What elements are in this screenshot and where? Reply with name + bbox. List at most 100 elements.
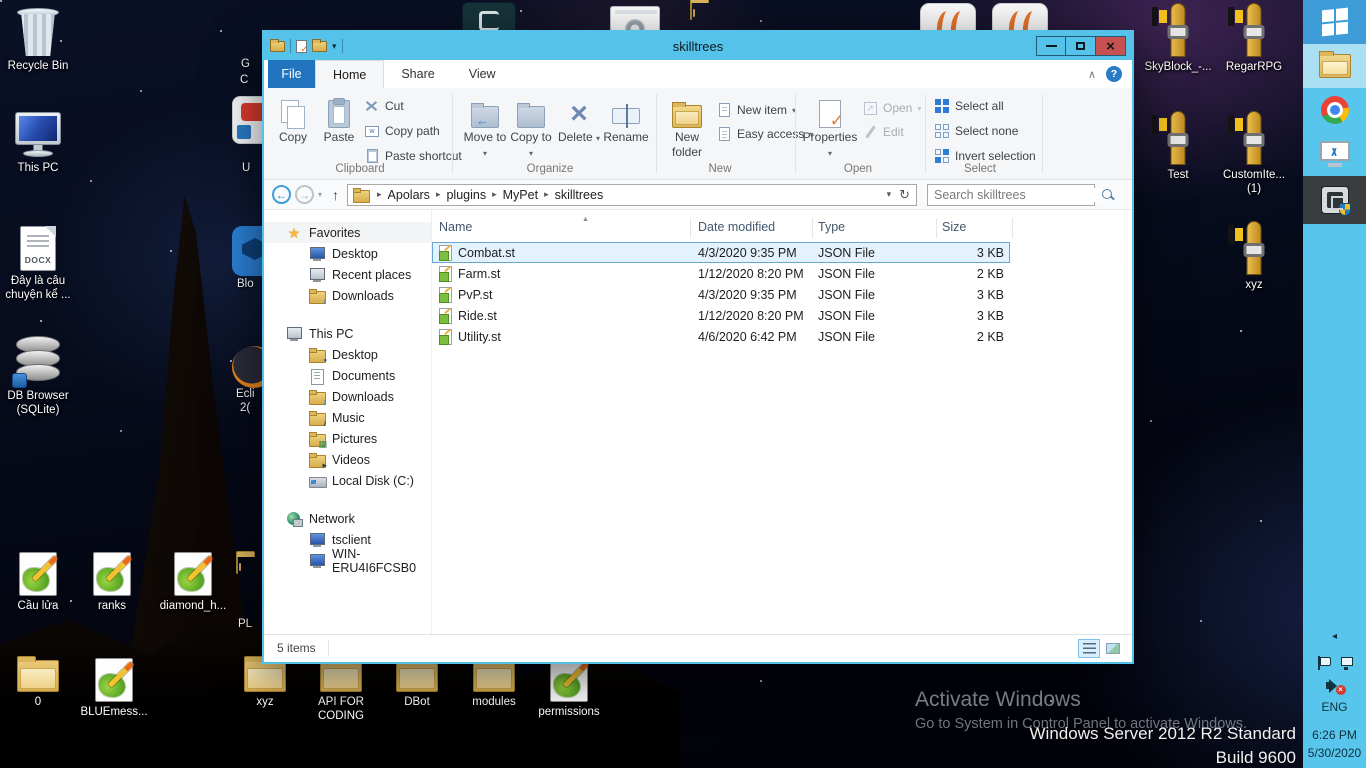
- nav-pc-desktop[interactable]: ▪Desktop: [264, 344, 431, 365]
- desktop-icon-modules[interactable]: modules: [456, 660, 532, 709]
- taskbar-file-explorer-button[interactable]: [1303, 44, 1366, 88]
- desktop-icon-regarrpg[interactable]: RegarRPG: [1216, 8, 1292, 74]
- file-row-pvp[interactable]: PvP.st 4/3/2020 9:35 PM JSON File 3 KB: [432, 284, 1010, 305]
- maximize-button[interactable]: [1066, 36, 1096, 56]
- up-button[interactable]: ↑: [332, 187, 339, 203]
- nav-favorites-desktop[interactable]: Desktop: [264, 243, 431, 264]
- easy-access-button[interactable]: Easy access ▾: [716, 124, 813, 144]
- qat-customize-chevron-icon[interactable]: ▾: [332, 41, 337, 52]
- minimize-button[interactable]: [1036, 36, 1066, 56]
- column-header-date[interactable]: Date modified: [698, 220, 775, 234]
- desktop-icon-test[interactable]: Test: [1140, 116, 1216, 182]
- nav-favorites[interactable]: ★Favorites: [264, 222, 431, 243]
- qat-properties-icon[interactable]: [296, 40, 307, 53]
- desktop-icon-customite[interactable]: CustomIte... (1): [1216, 116, 1292, 197]
- nav-pc-documents[interactable]: Documents: [264, 365, 431, 386]
- nav-favorites-downloads[interactable]: ↓Downloads: [264, 285, 431, 306]
- delete-button[interactable]: × Delete ▾: [556, 94, 602, 145]
- edit-button[interactable]: Edit: [862, 122, 904, 142]
- nav-local-disk[interactable]: Local Disk (C:): [264, 470, 431, 491]
- network-status-icon[interactable]: [1339, 656, 1353, 670]
- file-row-ride[interactable]: Ride.st 1/12/2020 8:20 PM JSON File 3 KB: [432, 305, 1010, 326]
- details-view-button[interactable]: [1078, 639, 1100, 658]
- desktop-icon-skyblock[interactable]: SkyBlock_-...: [1140, 8, 1216, 74]
- file-row-utility[interactable]: Utility.st 4/6/2020 6:42 PM JSON File 2 …: [432, 326, 1010, 347]
- rename-button[interactable]: Rename: [600, 94, 652, 145]
- qat-newfolder-icon[interactable]: [312, 41, 327, 52]
- nav-pc-downloads[interactable]: ↓Downloads: [264, 386, 431, 407]
- column-header-name[interactable]: Name: [439, 220, 472, 234]
- new-item-button[interactable]: New item ▾: [716, 100, 796, 120]
- qat-folder-icon[interactable]: [270, 41, 285, 52]
- desktop-icon-recycle-bin[interactable]: Recycle Bin: [0, 8, 76, 73]
- nav-pc-videos[interactable]: ▸Videos: [264, 449, 431, 470]
- desktop-icon-cau-lua[interactable]: Cầu lửa: [0, 552, 76, 613]
- breadcrumb-plugins[interactable]: plugins: [442, 188, 490, 202]
- desktop-icon-docx-story[interactable]: DOCX Đây là câu chuyện kể ...: [0, 226, 76, 303]
- tab-view[interactable]: View: [452, 60, 513, 88]
- file-row-farm[interactable]: Farm.st 1/12/2020 8:20 PM JSON File 2 KB: [432, 263, 1010, 284]
- desktop-icon-xyz-folder[interactable]: xyz: [227, 660, 303, 709]
- desktop-icon-permissions[interactable]: permissions: [531, 658, 607, 719]
- desktop-icon-api-for-coding[interactable]: API FOR CODING: [303, 660, 379, 724]
- desktop-icon-xyz-rar[interactable]: xyz: [1216, 226, 1292, 292]
- tab-share[interactable]: Share: [384, 60, 451, 88]
- clock[interactable]: 6:26 PM 5/30/2020: [1308, 726, 1361, 762]
- nav-win-eru[interactable]: WIN-ERU4I6FCSB0: [264, 550, 431, 571]
- close-button[interactable]: ×: [1096, 36, 1126, 56]
- start-button[interactable]: [1303, 0, 1366, 44]
- copy-button[interactable]: Copy: [270, 94, 316, 145]
- desktop-icon-partial-folder[interactable]: [236, 556, 238, 574]
- breadcrumb-apolars[interactable]: Apolars: [384, 188, 434, 202]
- column-header-type[interactable]: Type: [818, 220, 845, 234]
- cut-button[interactable]: Cut: [364, 96, 404, 116]
- forward-button[interactable]: →: [295, 185, 314, 204]
- move-to-button[interactable]: ← Move to ▾: [462, 94, 508, 160]
- properties-button[interactable]: Properties▾: [802, 94, 858, 160]
- nav-pc-pictures[interactable]: ▦Pictures: [264, 428, 431, 449]
- desktop-icon-top-folder[interactable]: [690, 2, 692, 20]
- column-header-size[interactable]: Size: [942, 220, 966, 234]
- desktop-icon-dbot[interactable]: DBot: [379, 660, 455, 709]
- taskbar-console-app-button[interactable]: [1303, 176, 1366, 224]
- desktop-icon-diamond[interactable]: diamond_h...: [155, 552, 231, 613]
- nav-network[interactable]: Network: [264, 508, 431, 529]
- taskbar-performance-monitor-button[interactable]: [1303, 132, 1366, 176]
- breadcrumb-mypet[interactable]: MyPet: [499, 188, 542, 202]
- nav-pc-music[interactable]: ♪Music: [264, 407, 431, 428]
- desktop-icon-ranks[interactable]: ranks: [74, 552, 150, 613]
- thumbnails-view-button[interactable]: [1102, 639, 1124, 658]
- nav-this-pc[interactable]: This PC: [264, 323, 431, 344]
- taskbar-chrome-button[interactable]: [1303, 88, 1366, 132]
- volume-muted-icon[interactable]: ×: [1326, 678, 1344, 694]
- desktop-icon-db-browser[interactable]: DB Browser (SQLite): [0, 336, 76, 418]
- paste-button[interactable]: Paste: [316, 94, 362, 145]
- desktop-icon-folder-0[interactable]: 0: [0, 660, 76, 709]
- title-bar[interactable]: ▾ skilltrees ×: [264, 32, 1132, 60]
- nav-recent-places[interactable]: Recent places: [264, 264, 431, 285]
- select-none-button[interactable]: Select none: [934, 121, 1018, 141]
- back-button[interactable]: ←: [272, 185, 291, 204]
- refresh-icon[interactable]: ↻: [899, 187, 910, 203]
- show-hidden-icons-button[interactable]: ◂: [1332, 631, 1337, 642]
- recent-locations-chevron-icon[interactable]: ▾: [318, 190, 322, 199]
- file-row-combat[interactable]: Combat.st 4/3/2020 9:35 PM JSON File 3 K…: [432, 242, 1010, 263]
- breadcrumb-skilltrees[interactable]: skilltrees: [551, 188, 608, 202]
- address-dropdown-chevron-icon[interactable]: ▾: [887, 189, 892, 200]
- tab-home[interactable]: Home: [315, 60, 384, 88]
- desktop-icon-bluemess[interactable]: BLUEmess...: [76, 658, 152, 719]
- action-center-flag-icon[interactable]: [1317, 656, 1330, 670]
- help-button[interactable]: ?: [1106, 66, 1122, 82]
- desktop-icon-this-pc[interactable]: This PC: [0, 112, 76, 175]
- copy-path-button[interactable]: wCopy path: [364, 121, 440, 141]
- new-folder-button[interactable]: New folder: [662, 94, 712, 160]
- ribbon-collapse-chevron-icon[interactable]: ∧: [1088, 68, 1096, 81]
- language-indicator[interactable]: ENG: [1321, 700, 1347, 714]
- tab-file[interactable]: File: [268, 60, 315, 88]
- open-button[interactable]: ↗ Open ▾: [862, 98, 921, 118]
- select-all-button[interactable]: Select all: [934, 96, 1004, 116]
- search-box[interactable]: [927, 184, 1095, 206]
- search-input[interactable]: [928, 188, 1101, 202]
- copy-to-button[interactable]: Copy to ▾: [508, 94, 554, 160]
- address-bar[interactable]: ▸Apolars ▸plugins ▸MyPet ▸skilltrees ▾ ↻: [347, 184, 917, 206]
